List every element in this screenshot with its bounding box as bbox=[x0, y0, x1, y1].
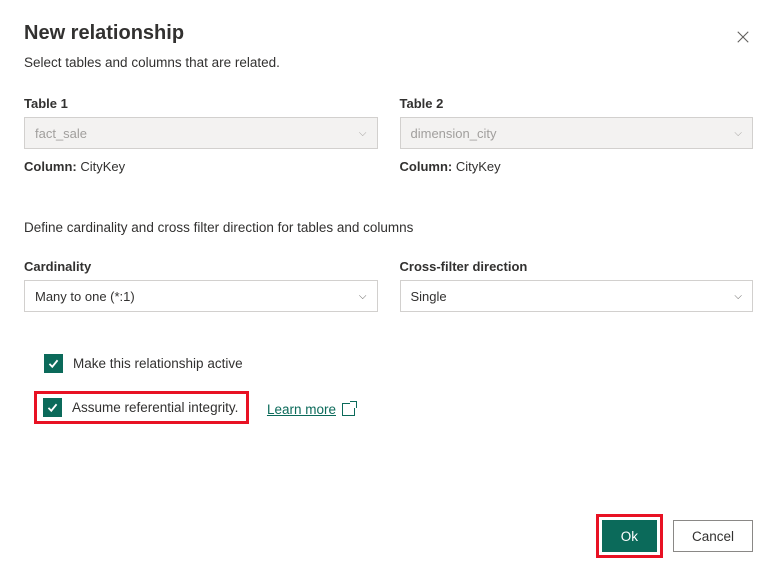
table2-dropdown[interactable]: dimension_city ⌵ bbox=[400, 117, 754, 149]
table1-value: fact_sale bbox=[35, 126, 87, 141]
chevron-down-icon: ⌵ bbox=[359, 291, 367, 302]
cardinality-dropdown[interactable]: Many to one (*:1) ⌵ bbox=[24, 280, 378, 312]
table1-label: Table 1 bbox=[24, 96, 378, 111]
crossfilter-value: Single bbox=[411, 289, 447, 304]
checkbox-make-active[interactable] bbox=[44, 354, 63, 373]
cancel-button[interactable]: Cancel bbox=[673, 520, 753, 552]
chevron-down-icon: ⌵ bbox=[734, 291, 742, 302]
dialog-title: New relationship bbox=[24, 22, 184, 45]
dialog-subtitle: Select tables and columns that are relat… bbox=[24, 55, 753, 70]
checkbox-referential-row: Assume referential integrity. bbox=[34, 391, 249, 424]
checkbox-referential[interactable] bbox=[43, 398, 62, 417]
check-icon bbox=[46, 401, 59, 414]
table2-column: Column: CityKey bbox=[400, 159, 754, 174]
learn-more-label: Learn more bbox=[267, 402, 336, 417]
ok-highlight: Ok bbox=[596, 514, 663, 558]
ok-button[interactable]: Ok bbox=[602, 520, 657, 552]
learn-more-link[interactable]: Learn more bbox=[267, 402, 355, 417]
check-icon bbox=[47, 357, 60, 370]
checkbox-make-active-row: Make this relationship active bbox=[38, 350, 753, 377]
table2-label: Table 2 bbox=[400, 96, 754, 111]
table1-dropdown[interactable]: fact_sale ⌵ bbox=[24, 117, 378, 149]
crossfilter-label: Cross-filter direction bbox=[400, 259, 754, 274]
table2-value: dimension_city bbox=[411, 126, 497, 141]
close-icon[interactable] bbox=[733, 27, 753, 47]
define-text: Define cardinality and cross filter dire… bbox=[24, 220, 753, 235]
table1-column: Column: CityKey bbox=[24, 159, 378, 174]
checkbox-referential-label: Assume referential integrity. bbox=[72, 400, 238, 415]
cardinality-label: Cardinality bbox=[24, 259, 378, 274]
cardinality-value: Many to one (*:1) bbox=[35, 289, 135, 304]
checkbox-make-active-label: Make this relationship active bbox=[73, 356, 243, 371]
crossfilter-dropdown[interactable]: Single ⌵ bbox=[400, 280, 754, 312]
external-link-icon bbox=[342, 403, 355, 416]
chevron-down-icon: ⌵ bbox=[359, 128, 367, 139]
chevron-down-icon: ⌵ bbox=[734, 128, 742, 139]
